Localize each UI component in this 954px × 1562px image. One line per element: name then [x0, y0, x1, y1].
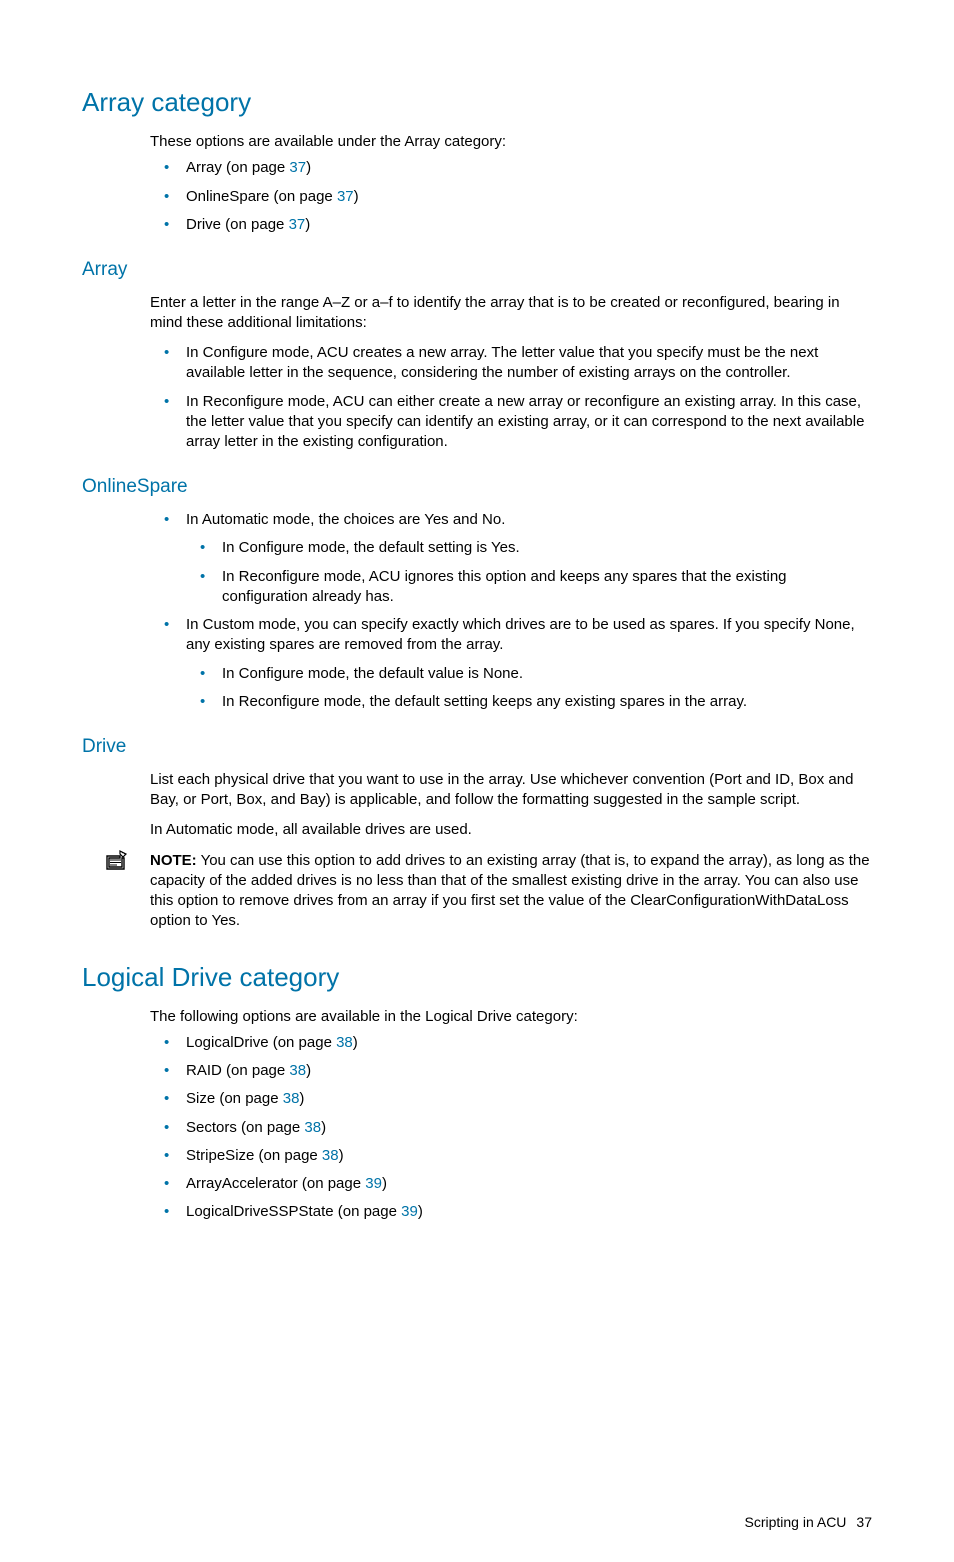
page-link[interactable]: 37: [289, 216, 306, 233]
item-suffix: ): [339, 1147, 344, 1164]
intro-array: Enter a letter in the range A–Z or a–f t…: [150, 293, 872, 334]
list-item: RAID (on page 38): [150, 1061, 872, 1081]
footer-section: Scripting in ACU: [744, 1514, 846, 1530]
item-label: Sectors (on page: [186, 1119, 304, 1136]
item-suffix: ): [306, 159, 311, 176]
item-suffix: ): [299, 1090, 304, 1107]
item-suffix: ): [353, 1034, 358, 1051]
item-label: StripeSize (on page: [186, 1147, 322, 1164]
item-label: RAID (on page: [186, 1062, 289, 1079]
list-item: LogicalDrive (on page 38): [150, 1033, 872, 1053]
item-suffix: ): [321, 1119, 326, 1136]
page-link[interactable]: 37: [337, 188, 354, 205]
note-icon: [104, 849, 130, 877]
list-item: In Reconfigure mode, ACU ignores this op…: [186, 567, 872, 608]
page-link[interactable]: 39: [365, 1175, 382, 1192]
list-item: In Configure mode, the default setting i…: [186, 538, 872, 558]
list-item: LogicalDriveSSPState (on page 39): [150, 1202, 872, 1222]
item-label: LogicalDriveSSPState (on page: [186, 1203, 401, 1220]
list-item: In Configure mode, ACU creates a new arr…: [150, 343, 872, 384]
heading-onlinespare: OnlineSpare: [82, 474, 872, 500]
list-item: In Configure mode, the default value is …: [186, 664, 872, 684]
note-text: You can use this option to add drives to…: [150, 852, 870, 930]
heading-array: Array: [82, 257, 872, 283]
page-link[interactable]: 38: [336, 1034, 353, 1051]
item-suffix: ): [354, 188, 359, 205]
heading-array-category: Array category: [82, 85, 872, 120]
list-item: In Automatic mode, the choices are Yes a…: [150, 510, 872, 607]
item-suffix: ): [305, 216, 310, 233]
item-label: Drive (on page: [186, 216, 289, 233]
list-item: OnlineSpare (on page 37): [150, 187, 872, 207]
list-array: In Configure mode, ACU creates a new arr…: [150, 343, 872, 452]
list-item: StripeSize (on page 38): [150, 1146, 872, 1166]
list-item: Array (on page 37): [150, 158, 872, 178]
item-label: OnlineSpare (on page: [186, 188, 337, 205]
page-link[interactable]: 37: [289, 159, 306, 176]
page-link[interactable]: 38: [283, 1090, 300, 1107]
page-link[interactable]: 38: [304, 1119, 321, 1136]
footer-page-number: 37: [856, 1514, 872, 1530]
list-item: Drive (on page 37): [150, 215, 872, 235]
item-suffix: ): [382, 1175, 387, 1192]
page-link[interactable]: 39: [401, 1203, 418, 1220]
item-label: LogicalDrive (on page: [186, 1034, 336, 1051]
page-link[interactable]: 38: [322, 1147, 339, 1164]
note-block: NOTE: You can use this option to add dri…: [104, 851, 872, 932]
drive-para2: In Automatic mode, all available drives …: [150, 820, 872, 840]
item-suffix: ): [306, 1062, 311, 1079]
sublist: In Configure mode, the default setting i…: [186, 538, 872, 607]
list-item: In Reconfigure mode, ACU can either crea…: [150, 392, 872, 453]
sublist: In Configure mode, the default value is …: [186, 664, 872, 713]
intro-logical-drive-category: The following options are available in t…: [150, 1007, 872, 1027]
heading-logical-drive-category: Logical Drive category: [82, 960, 872, 995]
list-item: Size (on page 38): [150, 1089, 872, 1109]
drive-para1: List each physical drive that you want t…: [150, 770, 872, 811]
item-label: Size (on page: [186, 1090, 283, 1107]
item-label: Array (on page: [186, 159, 289, 176]
intro-array-category: These options are available under the Ar…: [150, 132, 872, 152]
page-footer: Scripting in ACU 37: [82, 1513, 872, 1532]
item-text: In Custom mode, you can specify exactly …: [186, 616, 855, 653]
list-item: In Custom mode, you can specify exactly …: [150, 615, 872, 712]
list-onlinespare: In Automatic mode, the choices are Yes a…: [150, 510, 872, 712]
page-link[interactable]: 38: [289, 1062, 306, 1079]
item-label: ArrayAccelerator (on page: [186, 1175, 365, 1192]
list-item: ArrayAccelerator (on page 39): [150, 1174, 872, 1194]
list-array-category: Array (on page 37) OnlineSpare (on page …: [150, 158, 872, 235]
item-text: In Automatic mode, the choices are Yes a…: [186, 511, 505, 528]
item-suffix: ): [418, 1203, 423, 1220]
list-item: Sectors (on page 38): [150, 1118, 872, 1138]
list-logical-drive-category: LogicalDrive (on page 38) RAID (on page …: [150, 1033, 872, 1223]
heading-drive: Drive: [82, 734, 872, 760]
note-label: NOTE:: [150, 852, 197, 869]
list-item: In Reconfigure mode, the default setting…: [186, 692, 872, 712]
